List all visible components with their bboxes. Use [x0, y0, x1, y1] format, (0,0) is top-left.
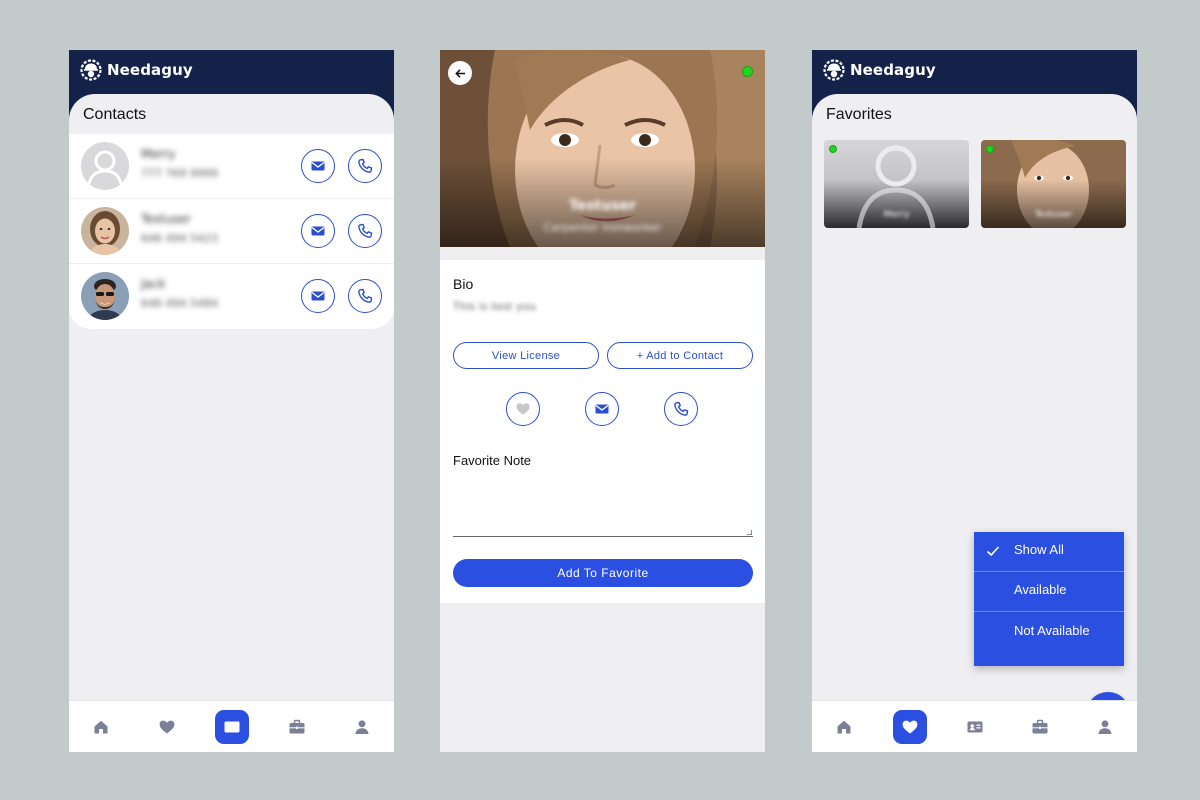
add-to-contact-button[interactable]: + Add to Contact	[607, 342, 753, 369]
briefcase-icon	[1031, 718, 1049, 736]
contacts-sheet: Contacts Merry 777 769 9999 Testuser 646…	[69, 94, 394, 752]
contact-card-icon	[223, 718, 241, 736]
phone-icon	[357, 223, 373, 239]
nav-home[interactable]	[84, 710, 118, 744]
man-photo-avatar	[81, 272, 129, 320]
person-icon	[353, 718, 371, 736]
phone-icon	[673, 401, 689, 417]
profile-role: Carpenter Ironworker	[543, 221, 662, 234]
phone-icon	[357, 158, 373, 174]
home-icon	[92, 718, 110, 736]
phone-icon	[357, 288, 373, 304]
favorite-card[interactable]: Merry	[824, 140, 969, 228]
filter-option-label: Available	[1014, 582, 1067, 597]
email-button[interactable]	[301, 214, 335, 248]
bio-text: This is test you	[453, 300, 537, 313]
bottom-nav	[812, 700, 1137, 752]
contact-list: Merry 777 769 9999 Testuser 646 494 5423…	[69, 134, 394, 329]
page-title: Favorites	[826, 106, 892, 123]
contacts-screen: Needaguy Contacts Merry 777 769 9999 Tes…	[69, 50, 394, 752]
app-logo: Needaguy	[80, 59, 193, 81]
favorite-note-label: Favorite Note	[453, 453, 532, 468]
nav-contacts[interactable]	[215, 710, 249, 744]
filter-option-not-available[interactable]: Not Available	[974, 612, 1124, 666]
view-license-button[interactable]: View License	[453, 342, 599, 369]
person-icon	[1096, 718, 1114, 736]
profile-name: Testuser	[569, 198, 636, 214]
mail-icon	[310, 223, 326, 239]
filter-option-label: Show All	[1014, 542, 1064, 557]
favorite-note-field[interactable]	[453, 475, 753, 537]
email-button[interactable]	[301, 149, 335, 183]
profile-photo: Testuser Carpenter Ironworker	[440, 50, 765, 247]
online-status-dot	[742, 66, 753, 77]
contact-phone: 777 769 9999	[141, 167, 218, 180]
nav-contacts[interactable]	[958, 710, 992, 744]
bottom-nav	[69, 700, 394, 752]
nav-favorites[interactable]	[893, 710, 927, 744]
resize-handle[interactable]	[747, 530, 752, 535]
app-logo: Needaguy	[823, 59, 936, 81]
availability-filter-menu: Show All Available Not Available	[974, 532, 1124, 666]
contact-name: Testuser	[141, 212, 191, 226]
nav-jobs[interactable]	[280, 710, 314, 744]
mail-icon	[594, 401, 610, 417]
nav-home[interactable]	[827, 710, 861, 744]
app-name: Needaguy	[850, 61, 936, 79]
profile-screen: Testuser Carpenter Ironworker Bio This i…	[440, 50, 765, 752]
contact-name: Merry	[141, 147, 176, 161]
nav-jobs[interactable]	[1023, 710, 1057, 744]
contact-name: Jack	[141, 277, 166, 291]
contact-card-icon	[966, 718, 984, 736]
helmet-gear-icon	[823, 59, 845, 81]
nav-profile[interactable]	[1088, 710, 1122, 744]
call-button[interactable]	[348, 279, 382, 313]
online-status-dot	[829, 145, 837, 153]
mail-icon	[310, 288, 326, 304]
favorite-toggle-button[interactable]	[506, 392, 540, 426]
contact-row[interactable]: Jack 646 494 5484	[69, 264, 394, 329]
filter-option-show-all[interactable]: Show All	[974, 532, 1124, 572]
filter-option-label: Not Available	[1014, 623, 1090, 638]
filter-option-available[interactable]: Available	[974, 572, 1124, 612]
add-to-favorite-button[interactable]: Add To Favorite	[453, 559, 753, 587]
heart-icon	[901, 718, 919, 736]
favorites-screen: Needaguy Favorites Merry Testuser Show A…	[812, 50, 1137, 752]
contact-row[interactable]: Testuser 646 494 5423	[69, 199, 394, 264]
woman-photo-avatar	[81, 207, 129, 255]
contact-phone: 646 494 5423	[141, 232, 218, 245]
arrow-left-icon	[454, 68, 465, 78]
page-title: Contacts	[83, 106, 147, 123]
checkmark-icon	[986, 546, 1000, 557]
email-button[interactable]	[585, 392, 619, 426]
nav-favorites[interactable]	[150, 710, 184, 744]
helmet-gear-icon	[80, 59, 102, 81]
email-button[interactable]	[301, 279, 335, 313]
favorite-card[interactable]: Testuser	[981, 140, 1126, 228]
heart-icon	[158, 718, 176, 736]
favorites-sheet: Favorites Merry Testuser Show All Availa…	[812, 94, 1137, 752]
back-button[interactable]	[448, 61, 472, 85]
briefcase-icon	[288, 718, 306, 736]
placeholder-avatar	[81, 142, 129, 190]
call-button[interactable]	[348, 149, 382, 183]
contact-phone: 646 494 5484	[141, 297, 218, 310]
mail-icon	[310, 158, 326, 174]
call-button[interactable]	[348, 214, 382, 248]
heart-icon	[516, 403, 530, 415]
favorite-name: Testuser	[1034, 210, 1073, 220]
call-button[interactable]	[664, 392, 698, 426]
nav-profile[interactable]	[345, 710, 379, 744]
bio-heading: Bio	[453, 276, 474, 292]
online-status-dot	[986, 145, 994, 153]
contact-row[interactable]: Merry 777 769 9999	[69, 134, 394, 199]
home-icon	[835, 718, 853, 736]
profile-card: Bio This is test you View License + Add …	[440, 260, 765, 603]
favorite-name: Merry	[883, 210, 910, 220]
app-name: Needaguy	[107, 61, 193, 79]
